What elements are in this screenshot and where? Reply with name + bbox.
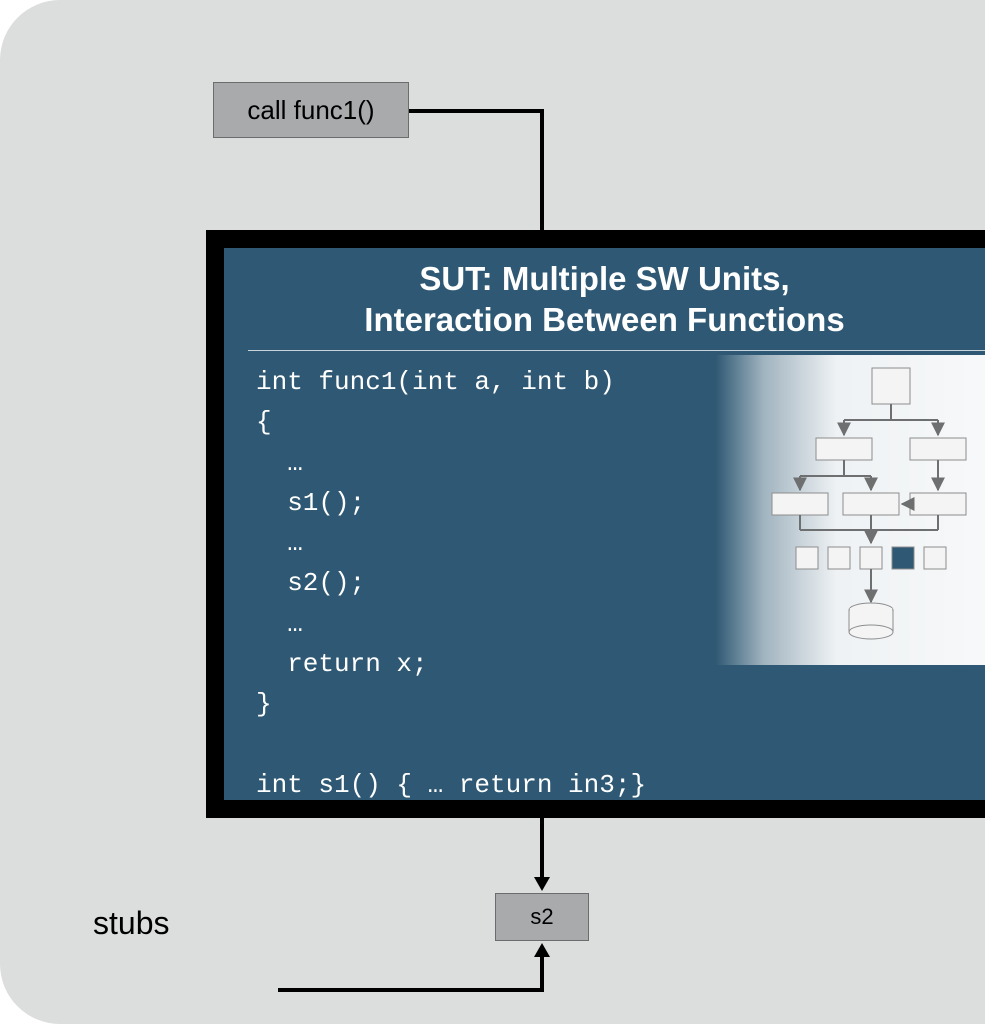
call-func-label: call func1() [247, 95, 374, 126]
connector-call-to-sut-h [409, 109, 544, 113]
stub-s2-box: s2 [495, 893, 589, 941]
connector-return-h [278, 988, 544, 992]
arrow-sut-to-stub [534, 877, 550, 891]
flowchart-icon [760, 362, 980, 662]
call-func-box: call func1() [213, 82, 409, 138]
stubs-label: stubs [93, 905, 169, 942]
sut-title-line1: SUT: Multiple SW Units, [419, 260, 789, 297]
connector-sut-to-stub [540, 818, 544, 877]
connector-call-to-sut-v [540, 109, 544, 230]
sut-title-line2: Interaction Between Functions [364, 301, 844, 338]
stub-s2-label: s2 [530, 904, 553, 930]
code-block: int func1(int a, int b) { … s1(); … s2()… [256, 362, 646, 805]
sut-divider [248, 350, 985, 351]
sut-title: SUT: Multiple SW Units, Interaction Betw… [224, 258, 985, 341]
connector-return-v [540, 957, 544, 992]
arrow-return-to-stub [534, 943, 550, 957]
